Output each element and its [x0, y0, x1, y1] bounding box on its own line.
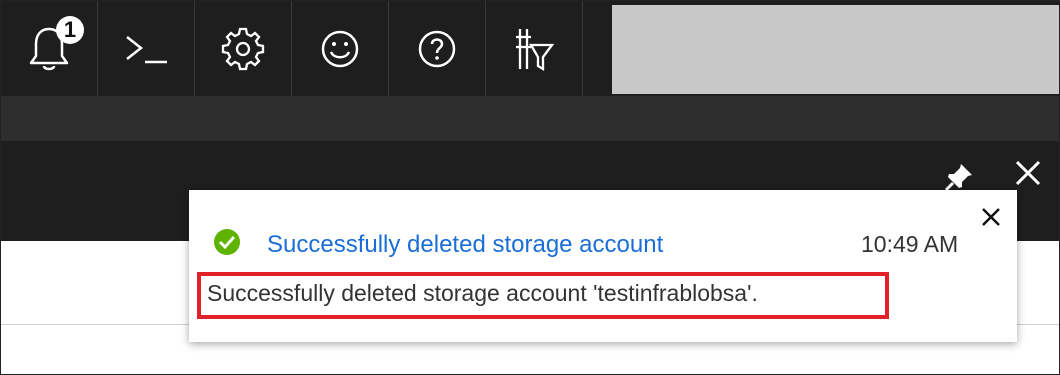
success-check-icon [213, 228, 241, 261]
notification-toast[interactable]: Successfully deleted storage account 10:… [189, 190, 1017, 342]
smiley-icon [320, 29, 360, 69]
portal-window: 1 Successfully deleted storage account 1… [0, 0, 1060, 375]
notification-time: 10:49 AM [861, 231, 959, 257]
breadcrumb-bar [1, 96, 1059, 141]
top-toolbar: 1 [1, 1, 1059, 96]
directory-filter-icon [512, 25, 556, 73]
close-icon[interactable] [1013, 158, 1043, 193]
settings-button[interactable] [195, 1, 292, 96]
notification-message: Successfully deleted storage account 'te… [207, 280, 758, 306]
feedback-button[interactable] [292, 1, 389, 96]
directory-filter-button[interactable] [486, 1, 583, 96]
cloud-shell-button[interactable] [98, 1, 195, 96]
help-icon [417, 29, 457, 69]
notification-title[interactable]: Successfully deleted storage account [267, 231, 663, 259]
toast-close-icon[interactable] [980, 206, 1002, 228]
search-area[interactable] [612, 5, 1059, 94]
help-button[interactable] [389, 1, 486, 96]
notification-count-badge: 1 [56, 16, 84, 44]
notifications-button[interactable]: 1 [1, 1, 98, 96]
cloud-shell-icon [121, 29, 171, 69]
gear-icon [220, 26, 266, 72]
